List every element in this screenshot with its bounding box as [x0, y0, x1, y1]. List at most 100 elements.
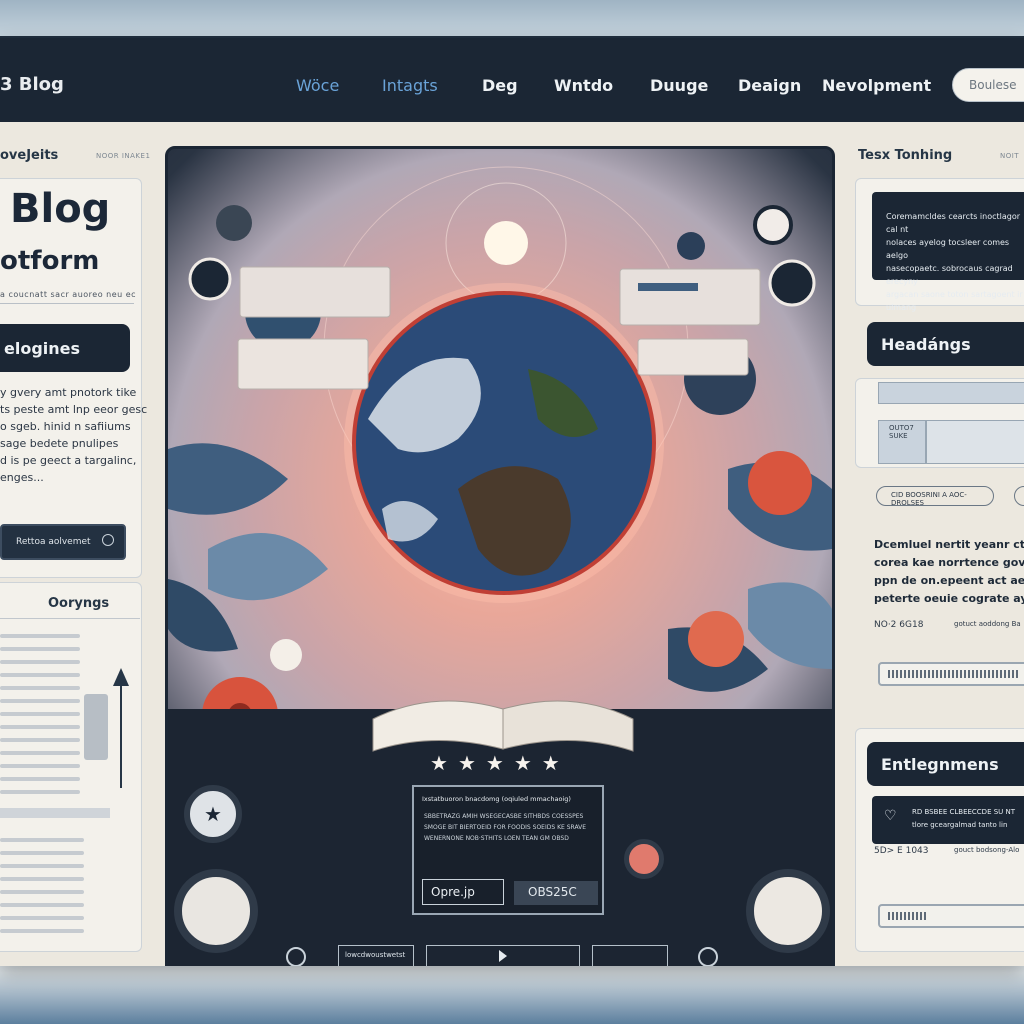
leaf — [748, 582, 832, 669]
sun-icon — [484, 221, 528, 265]
right-section-label: Tesx Tonhing — [858, 148, 953, 163]
star-icon: ★ — [430, 751, 448, 775]
intro-line: y gvery amt pnotork tike — [0, 386, 137, 399]
open-button[interactable]: Opre.jp — [422, 879, 504, 905]
tag-chip-more[interactable] — [1014, 486, 1024, 506]
body-text: Dcemluel nertit yeanr cttouct pr corea k… — [874, 536, 1024, 608]
play-icon[interactable] — [499, 950, 507, 962]
page-title: Blog — [10, 186, 111, 232]
body-line: ppn de on.epeent act aecargy snr — [874, 574, 1024, 587]
progress-bar-2[interactable] — [878, 904, 1024, 928]
info-box: Coremamcldes cearcts inoctlagor cal nt n… — [872, 192, 1024, 312]
search-input[interactable]: Boulese — [952, 68, 1024, 102]
console-line: SBBETRAZG AMIH WSEGECASBE SITHBDS COESSP… — [424, 813, 584, 820]
nav-item-3[interactable]: Deg — [482, 76, 518, 95]
play-track[interactable] — [426, 945, 580, 966]
section-pill-headings[interactable]: Headángs — [867, 322, 1024, 366]
intro-paragraph: y gvery amt pnotork tike ts peste amt ln… — [0, 384, 147, 486]
flower — [688, 611, 744, 667]
star-button-icon[interactable]: ★ — [184, 785, 242, 843]
page-subtitle: otform — [0, 246, 100, 276]
meta-text: gotuct aoddong Ba — [954, 620, 1021, 628]
info-line: nasecopaetc. sobrocaus cagrad erecyny — [886, 264, 1013, 286]
play-circle-icon — [188, 257, 232, 301]
leaf — [208, 533, 328, 601]
console-line: WENERNONE NOB·STHITS LOEN TEAN GM OBSD — [424, 835, 569, 842]
info-line: Coremamcldes cearcts inoctlagor cal nt — [886, 212, 1021, 234]
star-icon: ★ — [541, 751, 560, 775]
rating-stars: ★ ★ ★ ★ ★ — [430, 751, 560, 775]
body-line: Dcemluel nertit yeanr cttouct pr — [874, 538, 1024, 551]
info-line: nolaces ayelog tocsleer comes aelgo — [886, 238, 1010, 260]
code-display: OBS25C — [514, 881, 598, 905]
divider — [0, 303, 134, 304]
target-icon — [753, 205, 793, 245]
gear-icon — [216, 205, 252, 241]
info-line: RD BSBEE CLBEECCDE SU NT — [912, 808, 1016, 816]
leaf — [168, 443, 288, 515]
open-book-icon — [372, 700, 634, 752]
volume-control[interactable] — [592, 945, 668, 966]
refresh-icon[interactable] — [698, 947, 718, 966]
nav-item-4[interactable]: Wntdo — [554, 76, 613, 95]
floating-window — [239, 266, 391, 318]
meta-code-2: 5D> E 1043 — [874, 846, 929, 856]
filter-chip[interactable] — [878, 382, 1024, 404]
console-panel: Ixstatbuoron bnacdomg (oqiuled mmachaoig… — [412, 785, 604, 915]
section-pill-entlegnmens[interactable]: Entlegnmens — [867, 742, 1024, 786]
planet-icon — [677, 232, 705, 260]
play-circle-icon — [768, 259, 816, 307]
left-section-tag: NOOR INAKE1 — [96, 152, 151, 160]
section-pill-categories[interactable]: elogines — [0, 324, 130, 372]
divider — [0, 618, 140, 619]
info-line: argacan saone toton sartagoent ir ulmang — [886, 290, 1023, 312]
settings-icon[interactable] — [286, 947, 306, 966]
section-title: Ooryngs — [48, 596, 110, 611]
flower — [748, 451, 812, 515]
meta-code: NO·2 6G18 — [874, 620, 924, 630]
nav-item-7[interactable]: Nevolpment — [822, 76, 931, 95]
progress-bar[interactable] — [878, 662, 1024, 686]
read-more-label: Rettoa aolvemet — [16, 537, 91, 547]
body-line: peterte oeuie cograte aygado — [874, 592, 1024, 605]
nav-item-6[interactable]: Deaign — [738, 76, 801, 95]
intro-line: o sgeb. hinid n safiiums — [0, 420, 131, 433]
code-chip[interactable]: OUTO7 SUKE — [878, 420, 926, 464]
gauge-icon[interactable] — [746, 869, 830, 953]
control-label: lowcdwoustwetst — [338, 945, 414, 966]
star-icon: ★ — [485, 751, 504, 775]
scrollbar-thumb[interactable] — [84, 694, 108, 760]
chip-detail — [926, 420, 1024, 464]
text-lines-block — [0, 634, 80, 803]
floating-window — [637, 338, 749, 376]
record-icon[interactable] — [624, 839, 664, 879]
intro-line: enges... — [0, 471, 44, 484]
right-section-tag: NOIT — [1000, 152, 1020, 160]
nav-item-1[interactable]: Wöce — [296, 76, 339, 95]
brand-logo[interactable]: 3 Blog — [0, 74, 64, 95]
info-box-2: ♡ RD BSBEE CLBEECCDE SU NT tlore gcearga… — [872, 796, 1024, 844]
left-section-label: oveJeits — [0, 148, 59, 163]
heart-icon: ♡ — [884, 808, 897, 824]
flower — [270, 639, 302, 671]
tag-chip[interactable]: CID BOOSRINI A AOC-DROLSES — [876, 486, 994, 507]
top-navbar: 3 Blog Wöce Intagts Deg Wntdo Duuge Deai… — [0, 38, 1024, 122]
body-line: corea kae norrtence govert caatim — [874, 556, 1024, 569]
arrow-up-icon[interactable] — [113, 668, 129, 788]
meta-text-2: gouct bodsong-Alo — [954, 846, 1020, 854]
intro-line: ts peste amt lnp eeor gesc — [0, 403, 148, 416]
read-more-button[interactable]: Rettoa aolvemet — [0, 524, 126, 560]
intro-line: sage bedete pnulipes — [0, 437, 119, 450]
nav-item-2[interactable]: Intagts — [382, 76, 438, 95]
app-window: 3 Blog Wöce Intagts Deg Wntdo Duuge Deai… — [0, 36, 1024, 966]
nav-item-5[interactable]: Duuge — [650, 76, 708, 95]
intro-line: d is pe geect a targalinc, — [0, 454, 137, 467]
info-line: tlore gceargalmad tanto lin — [912, 821, 1008, 829]
console-line: SMOGE BIT BIERTOEID FOR FOODIS SOEIDS KE… — [424, 824, 587, 831]
left-intro-card — [0, 178, 142, 578]
dial-left-icon[interactable] — [174, 869, 258, 953]
hero-illustration: ★ ★ ★ ★ ★ Ixstatbuoron bnacdomg (oqiuled… — [165, 146, 835, 966]
circle-icon — [102, 534, 114, 546]
floating-window — [619, 268, 761, 326]
divider — [0, 808, 110, 818]
